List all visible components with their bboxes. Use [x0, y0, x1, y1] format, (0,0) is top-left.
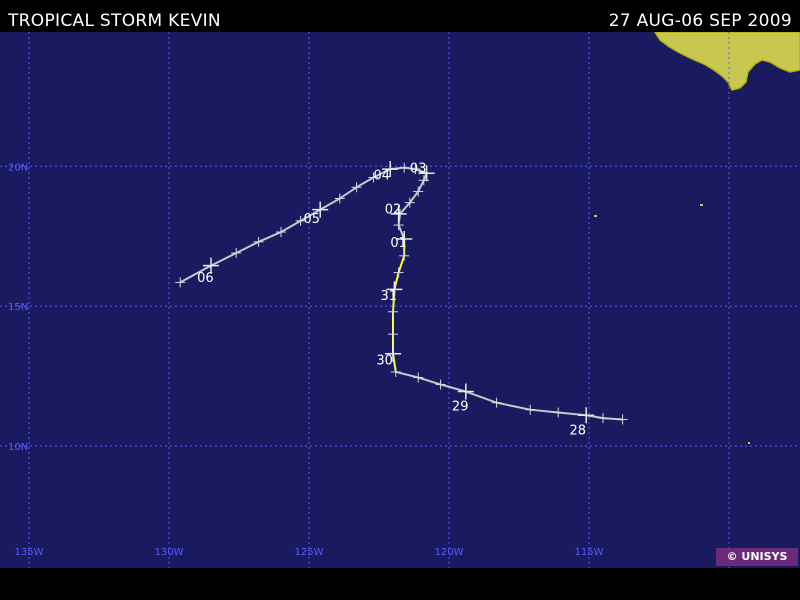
lon-label: 120W — [435, 547, 464, 558]
lat-label: 15N — [8, 302, 28, 313]
day-label: 03 — [410, 162, 427, 177]
day-label: 02 — [385, 202, 402, 217]
lon-label: 125W — [295, 547, 324, 558]
date-range: 27 AUG-06 SEP 2009 — [608, 11, 792, 31]
day-label: 30 — [376, 353, 393, 368]
island — [748, 442, 750, 444]
unisys-credit: © UNISYS — [716, 548, 798, 566]
lat-label: 10N — [8, 442, 28, 453]
day-label: 04 — [374, 169, 391, 184]
lat-label: 20N — [8, 162, 28, 173]
map-title: TROPICAL STORM KEVIN — [8, 11, 221, 31]
island — [700, 204, 703, 206]
header-bar: TROPICAL STORM KEVIN 27 AUG-06 SEP 2009 — [0, 0, 800, 32]
day-label: 06 — [197, 271, 214, 286]
day-label: 29 — [452, 399, 469, 414]
footer-bar — [0, 568, 800, 600]
island — [594, 215, 597, 217]
lon-label: 115W — [575, 547, 604, 558]
lon-label: 130W — [155, 547, 184, 558]
day-label: 28 — [570, 423, 587, 438]
day-label: 31 — [381, 289, 398, 304]
day-label: 05 — [304, 212, 321, 227]
lon-label: 135W — [15, 547, 44, 558]
day-label: 01 — [390, 236, 407, 251]
storm-track-map: 28 29 30 31 01 02 03 04 05 06 135W 130W 125W 120W 115… — [0, 32, 800, 568]
ocean — [0, 32, 800, 568]
